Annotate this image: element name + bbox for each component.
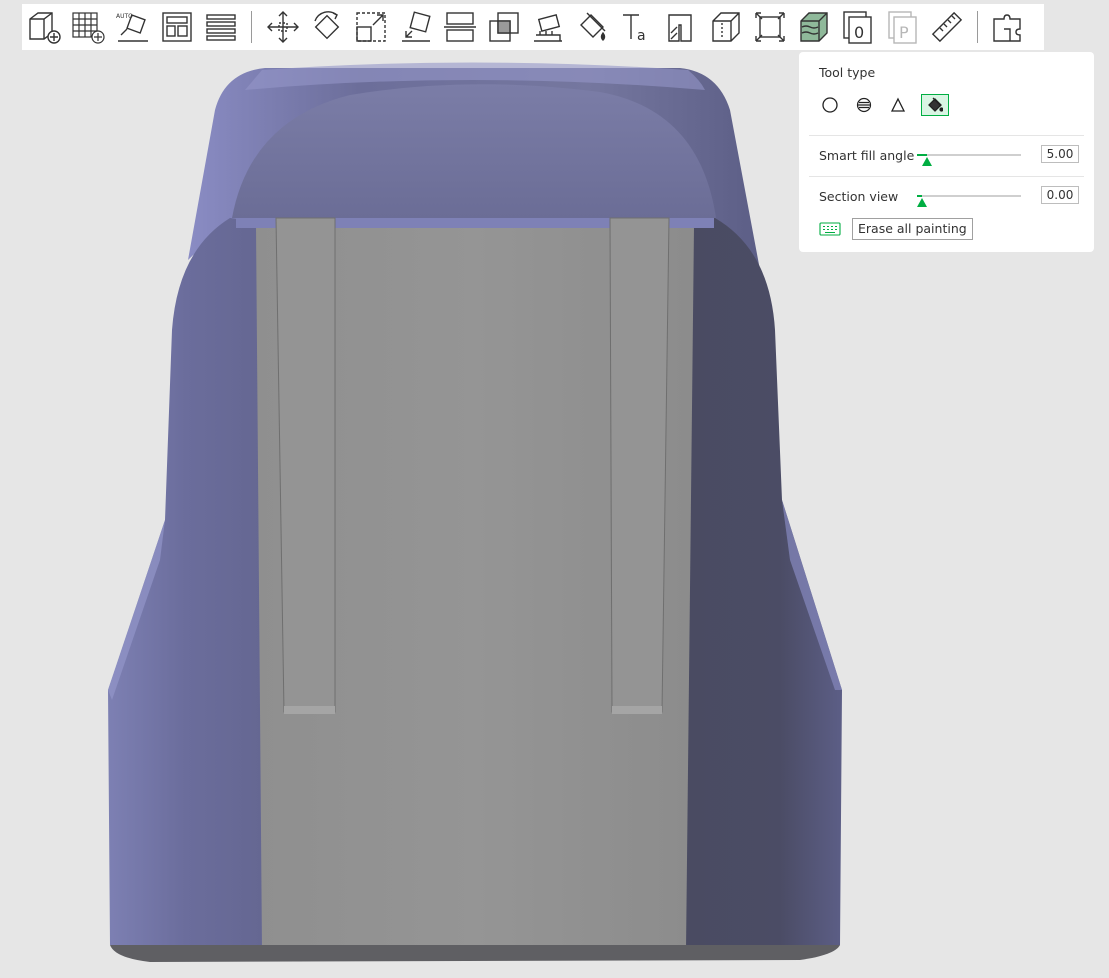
panel-divider bbox=[809, 176, 1084, 177]
svg-text:a: a bbox=[637, 28, 646, 44]
variable-layer-height-icon[interactable] bbox=[703, 5, 747, 49]
split-plates-icon[interactable] bbox=[199, 5, 243, 49]
scale-icon[interactable] bbox=[349, 5, 393, 49]
smart-fill-angle-label: Smart fill angle bbox=[819, 147, 915, 163]
toolbar-separator bbox=[251, 11, 253, 43]
smart-fill-angle-slider[interactable] bbox=[917, 154, 1021, 166]
auto-orient-icon[interactable]: AUTO bbox=[111, 5, 155, 49]
lay-on-face-icon[interactable] bbox=[393, 5, 437, 49]
smart-fill-angle-input[interactable]: 5.00 bbox=[1041, 145, 1079, 163]
plate-icon[interactable]: P bbox=[881, 5, 925, 49]
arrange-icon[interactable] bbox=[155, 5, 199, 49]
svg-text:P: P bbox=[899, 23, 909, 42]
assembly-icon[interactable] bbox=[986, 5, 1030, 49]
object-list-icon[interactable]: 0 bbox=[836, 5, 880, 49]
section-view-slider[interactable] bbox=[917, 195, 1021, 207]
erase-all-painting-button[interactable]: Erase all painting bbox=[852, 218, 973, 240]
ruler-icon[interactable] bbox=[925, 5, 969, 49]
toolbar-separator bbox=[977, 11, 979, 43]
measure-icon[interactable] bbox=[748, 5, 792, 49]
erase-row: Erase all painting bbox=[819, 218, 973, 240]
section-view-label: Section view bbox=[819, 188, 899, 204]
triangle-tool-icon[interactable] bbox=[887, 94, 909, 116]
section-view-input[interactable]: 0.00 bbox=[1041, 186, 1079, 204]
tool-type-label: Tool type bbox=[819, 65, 876, 80]
seam-painting-icon[interactable] bbox=[659, 5, 703, 49]
slider-thumb[interactable] bbox=[922, 157, 933, 166]
add-icon[interactable] bbox=[22, 5, 66, 49]
rotate-icon[interactable] bbox=[305, 5, 349, 49]
support-painting-icon[interactable] bbox=[526, 5, 570, 49]
sphere-tool-icon[interactable] bbox=[853, 94, 875, 116]
cut-icon[interactable] bbox=[438, 5, 482, 49]
panel-divider bbox=[809, 135, 1084, 136]
fill-tool-icon[interactable] bbox=[921, 94, 949, 116]
circle-tool-icon[interactable] bbox=[819, 94, 841, 116]
boolean-icon[interactable] bbox=[482, 5, 526, 49]
color-painting-icon[interactable] bbox=[571, 5, 615, 49]
slider-thumb[interactable] bbox=[917, 198, 928, 207]
section-view-row: Section view 0.00 bbox=[819, 184, 1079, 208]
svg-text:0: 0 bbox=[854, 23, 864, 42]
add-plate-icon[interactable] bbox=[66, 5, 110, 49]
smart-fill-angle-row: Smart fill angle 5.00 bbox=[819, 143, 1079, 167]
text-icon[interactable]: a bbox=[615, 5, 659, 49]
paint-tool-panel: Tool type Smart fill angle 5.00 Section … bbox=[799, 52, 1094, 252]
fuzzy-skin-icon[interactable] bbox=[792, 5, 836, 49]
tool-type-row bbox=[819, 94, 961, 116]
move-icon[interactable] bbox=[260, 5, 304, 49]
keyboard-icon[interactable] bbox=[819, 222, 841, 236]
main-toolbar: AUTO a 0 P bbox=[22, 4, 1044, 50]
